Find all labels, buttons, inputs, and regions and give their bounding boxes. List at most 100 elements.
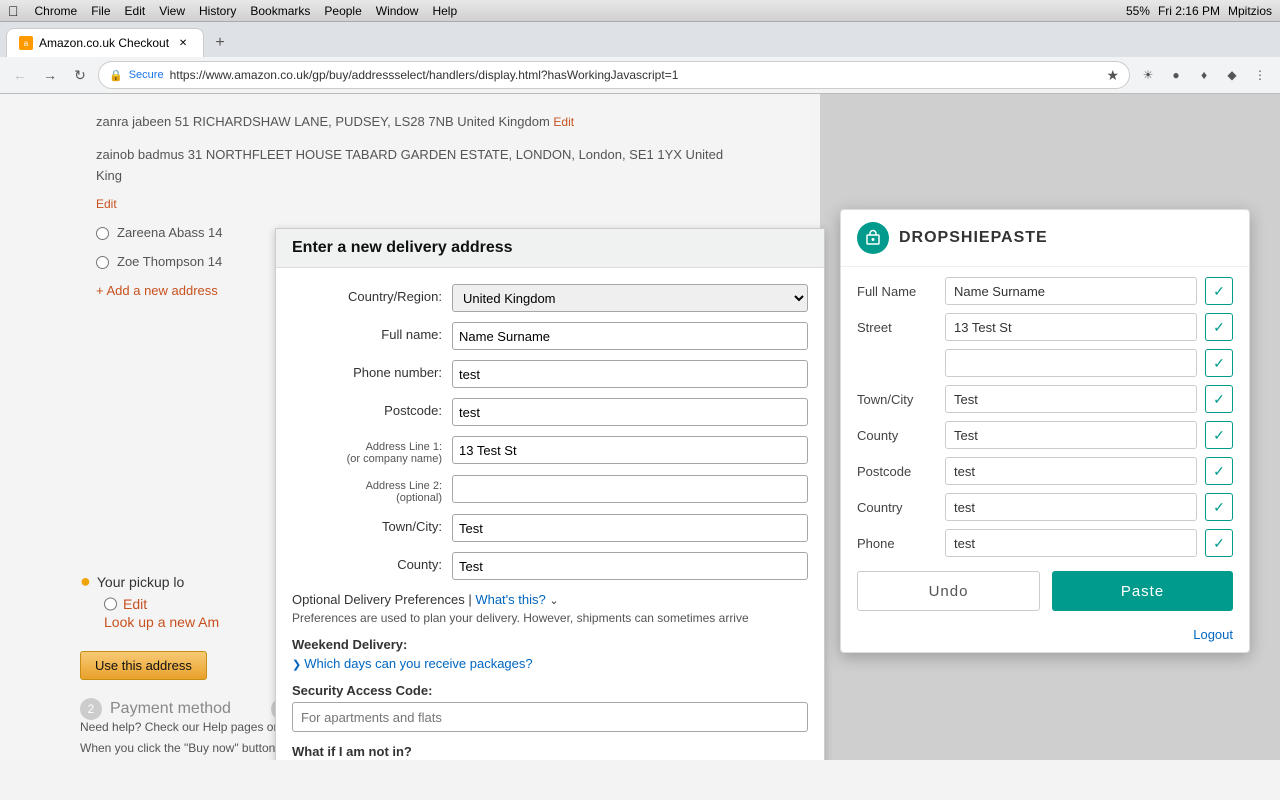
menu-edit[interactable]: Edit: [125, 4, 146, 18]
payment-label: Payment method: [110, 700, 231, 718]
tab-title: Amazon.co.uk Checkout: [39, 36, 169, 50]
address-name: zanra jabeen 51 RICHARDSHAW LANE, PUDSEY…: [96, 114, 553, 129]
weekend-delivery-link[interactable]: Which days can you receive packages?: [292, 656, 533, 671]
forward-button[interactable]: →: [38, 63, 62, 87]
ds-country-check[interactable]: ✓: [1205, 493, 1233, 521]
dialog-header: Enter a new delivery address: [276, 229, 824, 268]
menu-file[interactable]: File: [91, 4, 110, 18]
url-display: https://www.amazon.co.uk/gp/buy/addresss…: [170, 68, 1101, 82]
extension-icon-1[interactable]: ☀: [1136, 63, 1160, 87]
county-row: County:: [292, 552, 808, 580]
address2-label: Address Line 2: (optional): [292, 475, 452, 504]
ds-town-input[interactable]: [945, 385, 1197, 413]
apple-menu[interactable]: : [8, 3, 19, 19]
security-label: Security Access Code:: [292, 683, 808, 698]
ds-fullname-row: Full Name ✓: [857, 277, 1233, 305]
ds-logout-link[interactable]: Logout: [1193, 627, 1233, 642]
country-row: Country/Region: United Kingdom: [292, 284, 808, 312]
secure-label: Secure: [129, 69, 164, 81]
ds-postcode-input[interactable]: [945, 457, 1197, 485]
extension-icon-2[interactable]: ●: [1164, 63, 1188, 87]
ds-phone-check[interactable]: ✓: [1205, 529, 1233, 557]
extension-icon-3[interactable]: ♦: [1192, 63, 1216, 87]
security-section: Security Access Code:: [292, 683, 808, 732]
bottom-line-2: When you click the "Buy now" button,: [80, 738, 287, 758]
bottom-info: Need help? Check our Help pages or c Whe…: [80, 717, 287, 758]
refresh-button[interactable]: ↻: [68, 63, 92, 87]
battery-status: 55%: [1126, 4, 1150, 18]
county-label: County:: [292, 552, 452, 572]
bottom-line-1: Need help? Check our Help pages or c: [80, 717, 287, 737]
lookup-link[interactable]: Look up a new Am: [104, 614, 219, 630]
pickup-edit-link[interactable]: Edit: [123, 596, 147, 612]
address-edit-link[interactable]: Edit: [553, 115, 574, 129]
tab-bar: a Amazon.co.uk Checkout ✕ +: [0, 22, 1280, 57]
pickup-radio[interactable]: [104, 596, 117, 612]
ds-street-input[interactable]: [945, 313, 1197, 341]
dialog-body: Country/Region: United Kingdom Full name…: [276, 268, 824, 760]
address-item: zanra jabeen 51 RICHARDSHAW LANE, PUDSEY…: [96, 108, 724, 137]
ds-street2-check[interactable]: ✓: [1205, 349, 1233, 377]
postcode-label: Postcode:: [292, 398, 452, 418]
secure-icon: 🔒: [109, 69, 123, 82]
ds-paste-button[interactable]: Paste: [1052, 571, 1233, 611]
fullname-row: Full name:: [292, 322, 808, 350]
menu-history[interactable]: History: [199, 4, 236, 18]
star-icon[interactable]: ★: [1106, 67, 1119, 84]
ds-postcode-check[interactable]: ✓: [1205, 457, 1233, 485]
ds-county-check[interactable]: ✓: [1205, 421, 1233, 449]
ds-street2-input[interactable]: [945, 349, 1197, 377]
back-button[interactable]: ←: [8, 63, 32, 87]
menu-bookmarks[interactable]: Bookmarks: [250, 4, 310, 18]
whats-this-link[interactable]: What's this?: [475, 592, 545, 607]
clock: Fri 2:16 PM: [1158, 4, 1220, 18]
use-address-button[interactable]: Use this address: [80, 651, 207, 680]
county-input[interactable]: [452, 552, 808, 580]
ds-street-check[interactable]: ✓: [1205, 313, 1233, 341]
ds-country-label: Country: [857, 500, 937, 515]
address-radio-3[interactable]: [96, 227, 109, 240]
ds-fullname-check[interactable]: ✓: [1205, 277, 1233, 305]
address-radio-4[interactable]: [96, 256, 109, 269]
more-button[interactable]: ⋮: [1248, 63, 1272, 87]
ds-postcode-label: Postcode: [857, 464, 937, 479]
address1-input[interactable]: [452, 436, 808, 464]
address-item: zainob badmus 31 NORTHFLEET HOUSE TABARD…: [96, 141, 724, 191]
menu-help[interactable]: Help: [432, 4, 457, 18]
menu-people[interactable]: People: [324, 4, 361, 18]
tab-close-button[interactable]: ✕: [175, 35, 191, 51]
ds-country-input[interactable]: [945, 493, 1197, 521]
address2-input[interactable]: [452, 475, 808, 503]
ds-postcode-row: Postcode ✓: [857, 457, 1233, 485]
extension-icon-4[interactable]: ◆: [1220, 63, 1244, 87]
ds-action-buttons: Undo Paste: [857, 571, 1233, 611]
address-bar[interactable]: 🔒 Secure https://www.amazon.co.uk/gp/buy…: [98, 61, 1130, 89]
menu-chrome[interactable]: Chrome: [35, 4, 78, 18]
address-edit-link2[interactable]: Edit: [96, 197, 117, 211]
phone-row: Phone number:: [292, 360, 808, 388]
ds-street2-row: ✓: [857, 349, 1233, 377]
weekend-delivery-title: Weekend Delivery:: [292, 637, 808, 652]
menu-window[interactable]: Window: [376, 4, 419, 18]
ds-undo-button[interactable]: Undo: [857, 571, 1040, 611]
country-select[interactable]: United Kingdom: [452, 284, 808, 312]
fullname-label: Full name:: [292, 322, 452, 342]
active-tab[interactable]: a Amazon.co.uk Checkout ✕: [6, 28, 204, 57]
security-input[interactable]: [292, 702, 808, 732]
address-item-edit2: Edit: [96, 190, 724, 219]
postcode-input[interactable]: [452, 398, 808, 426]
chrome-nav-bar: ← → ↻ 🔒 Secure https://www.amazon.co.uk/…: [0, 57, 1280, 93]
ds-fullname-label: Full Name: [857, 284, 937, 299]
phone-input[interactable]: [452, 360, 808, 388]
town-input[interactable]: [452, 514, 808, 542]
new-tab-button[interactable]: +: [206, 29, 234, 57]
ds-town-check[interactable]: ✓: [1205, 385, 1233, 413]
pickup-label: Your pickup lo: [97, 574, 184, 590]
tab-favicon: a: [19, 36, 33, 50]
ds-fullname-input[interactable]: [945, 277, 1197, 305]
dropshie-title: DROPSHIEPASTE: [899, 229, 1048, 247]
ds-county-input[interactable]: [945, 421, 1197, 449]
fullname-input[interactable]: [452, 322, 808, 350]
ds-phone-input[interactable]: [945, 529, 1197, 557]
menu-view[interactable]: View: [159, 4, 185, 18]
